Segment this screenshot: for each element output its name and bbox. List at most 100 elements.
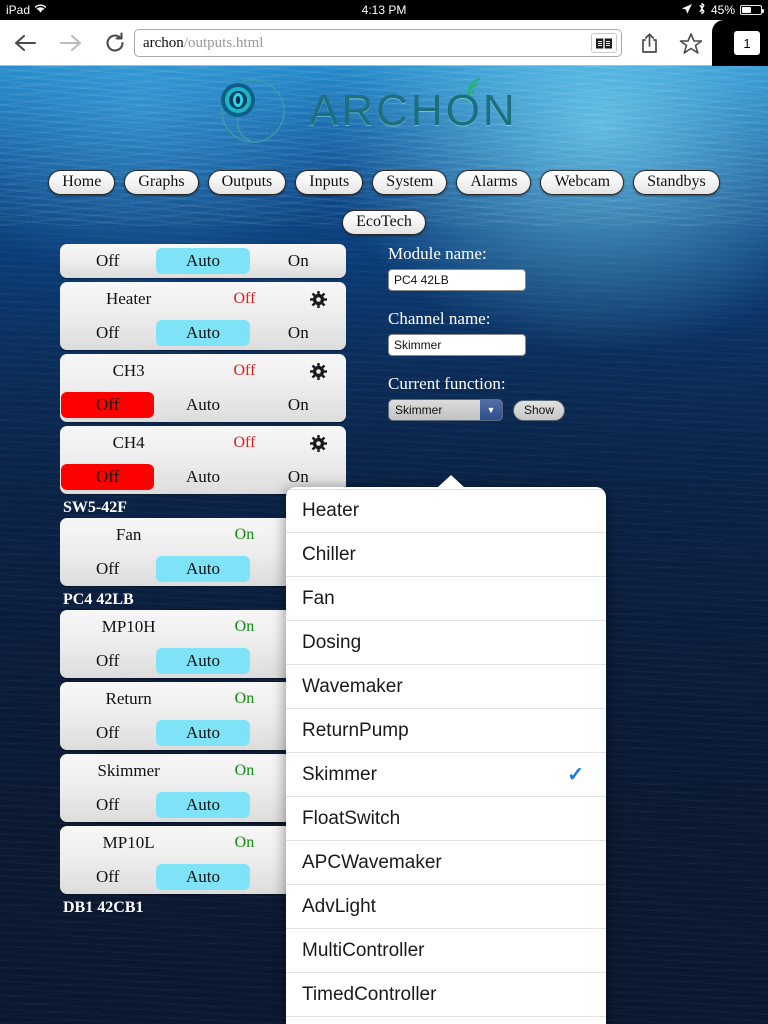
current-function-select[interactable]: Skimmer ▼: [388, 399, 503, 421]
ipad-screen: iPad 4:13 PM 45% archon/outputs.html 1 A…: [0, 0, 768, 1024]
output-settings-button[interactable]: [292, 290, 346, 308]
output-name: Skimmer: [97, 761, 160, 780]
logo-text: ARCHON: [309, 86, 518, 135]
module-name-value: PC4 42LB: [394, 273, 449, 287]
nav-item-webcam[interactable]: Webcam: [540, 170, 625, 195]
gear-icon: [310, 290, 328, 308]
output-name: Heater: [105, 289, 152, 308]
output-mode-on[interactable]: On: [252, 320, 345, 346]
function-option[interactable]: Fan: [286, 577, 606, 621]
share-button[interactable]: [634, 29, 664, 57]
function-option-label: Fan: [302, 587, 335, 609]
show-button[interactable]: Show: [513, 399, 565, 421]
function-option[interactable]: AdvLight: [286, 885, 606, 929]
output-settings-button[interactable]: [292, 362, 346, 380]
output-mode-on[interactable]: On: [252, 248, 345, 274]
channel-name-value: Skimmer: [394, 338, 442, 352]
output-mode-auto[interactable]: Auto: [156, 792, 250, 818]
output-name: MP10H: [101, 617, 156, 636]
channel-name-input[interactable]: Skimmer: [388, 334, 526, 356]
main-nav-row-2: EcoTech: [0, 210, 768, 235]
output-mode-off[interactable]: Off: [61, 556, 154, 582]
output-mode-auto[interactable]: Auto: [156, 648, 250, 674]
reader-view-icon[interactable]: [591, 33, 617, 53]
output-mode-auto[interactable]: Auto: [156, 320, 250, 346]
reload-button[interactable]: [98, 28, 132, 58]
nav-item-inputs[interactable]: Inputs: [295, 170, 364, 195]
status-bar: iPad 4:13 PM 45%: [0, 0, 768, 20]
function-option[interactable]: Skimmer ✓: [286, 753, 606, 797]
function-option[interactable]: MultiController: [286, 929, 606, 973]
forward-button[interactable]: [54, 28, 88, 58]
nav-item-system[interactable]: System: [372, 170, 448, 195]
function-option-label: TimedController: [302, 983, 437, 1005]
output-card-header: Heater Off: [60, 282, 346, 316]
output-mode-off[interactable]: Off: [61, 648, 154, 674]
nav-item-graphs[interactable]: Graphs: [124, 170, 199, 195]
current-function-label: Current function:: [388, 374, 506, 393]
function-option[interactable]: FloatSwitch: [286, 797, 606, 841]
clock-label: 4:13 PM: [361, 3, 407, 17]
current-function-value: Skimmer: [395, 403, 443, 417]
function-option[interactable]: TimedController: [286, 973, 606, 1017]
function-options-list: Heater Chiller Fan Dosing Wavemaker ReturnPum…: [286, 487, 606, 1024]
output-mode-off[interactable]: Off: [61, 464, 155, 490]
output-card: Heater Off Off Auto On: [60, 282, 346, 350]
output-mode-auto[interactable]: Auto: [156, 392, 249, 418]
nav-item-standbys[interactable]: Standbys: [633, 170, 720, 195]
function-option[interactable]: ReturnPump: [286, 709, 606, 753]
output-name: Fan: [115, 525, 142, 544]
output-mode-auto[interactable]: Auto: [156, 464, 249, 490]
output-mode-off[interactable]: Off: [61, 392, 155, 418]
function-option[interactable]: Dosing: [286, 621, 606, 665]
status-bar-clock: 4:13 PM: [0, 0, 768, 20]
output-mode-auto[interactable]: Auto: [156, 556, 250, 582]
bookmark-button[interactable]: [676, 29, 706, 57]
output-state: Off: [233, 434, 256, 451]
output-settings-button[interactable]: [292, 434, 346, 452]
nav-item-ecotech[interactable]: EcoTech: [342, 210, 426, 235]
web-page: ARCHON Home Graphs Outputs Inputs System…: [0, 66, 768, 1024]
back-button[interactable]: [8, 28, 42, 58]
battery-icon: [740, 5, 764, 15]
channel-name-label: Channel name:: [388, 309, 491, 328]
current-function-row: Skimmer ▼ Show: [388, 399, 688, 421]
module-name-input[interactable]: PC4 42LB: [388, 269, 526, 291]
output-mode-off[interactable]: Off: [61, 720, 154, 746]
function-option[interactable]: Chiller: [286, 533, 606, 577]
function-option[interactable]: Heater: [286, 489, 606, 533]
function-option-label: Wavemaker: [302, 675, 403, 697]
output-name: Return: [105, 689, 152, 708]
output-mode-off[interactable]: Off: [61, 864, 154, 890]
main-nav-row-1: Home Graphs Outputs Inputs System Alarms…: [0, 170, 768, 195]
output-mode-off[interactable]: Off: [61, 248, 154, 274]
output-mode-auto[interactable]: Auto: [156, 864, 250, 890]
output-state: Off: [233, 362, 256, 379]
url-bar[interactable]: archon/outputs.html: [134, 29, 622, 57]
location-arrow-icon: [681, 3, 693, 18]
nav-item-home[interactable]: Home: [48, 170, 116, 195]
outputs-group-label: SW5-42F: [63, 499, 127, 516]
output-mode-off[interactable]: Off: [61, 792, 154, 818]
output-mode-auto[interactable]: Auto: [156, 720, 250, 746]
checkmark-icon: ✓: [567, 764, 584, 786]
reload-icon: [106, 32, 124, 52]
output-mode-off[interactable]: Off: [61, 320, 154, 346]
output-mode-on[interactable]: On: [252, 392, 345, 418]
function-option[interactable]: APCWavemaker: [286, 841, 606, 885]
chevron-down-icon[interactable]: ▼: [480, 400, 502, 420]
function-option-label: ReturnPump: [302, 719, 409, 741]
function-option[interactable]: Wavemaker: [286, 665, 606, 709]
function-option[interactable]: MLC: [286, 1017, 606, 1024]
output-card: Off Auto On: [60, 244, 346, 278]
site-logo: ARCHON: [205, 78, 515, 144]
nav-item-alarms[interactable]: Alarms: [456, 170, 532, 195]
function-option-label: AdvLight: [302, 895, 376, 917]
nav-item-outputs[interactable]: Outputs: [207, 170, 287, 195]
archon-circle-icon: [221, 83, 255, 117]
output-state: On: [234, 618, 255, 635]
output-mode-auto[interactable]: Auto: [156, 248, 250, 274]
tab-count-button[interactable]: 1: [734, 31, 760, 55]
function-option-label: Skimmer: [302, 763, 377, 785]
function-option-label: FloatSwitch: [302, 807, 401, 829]
